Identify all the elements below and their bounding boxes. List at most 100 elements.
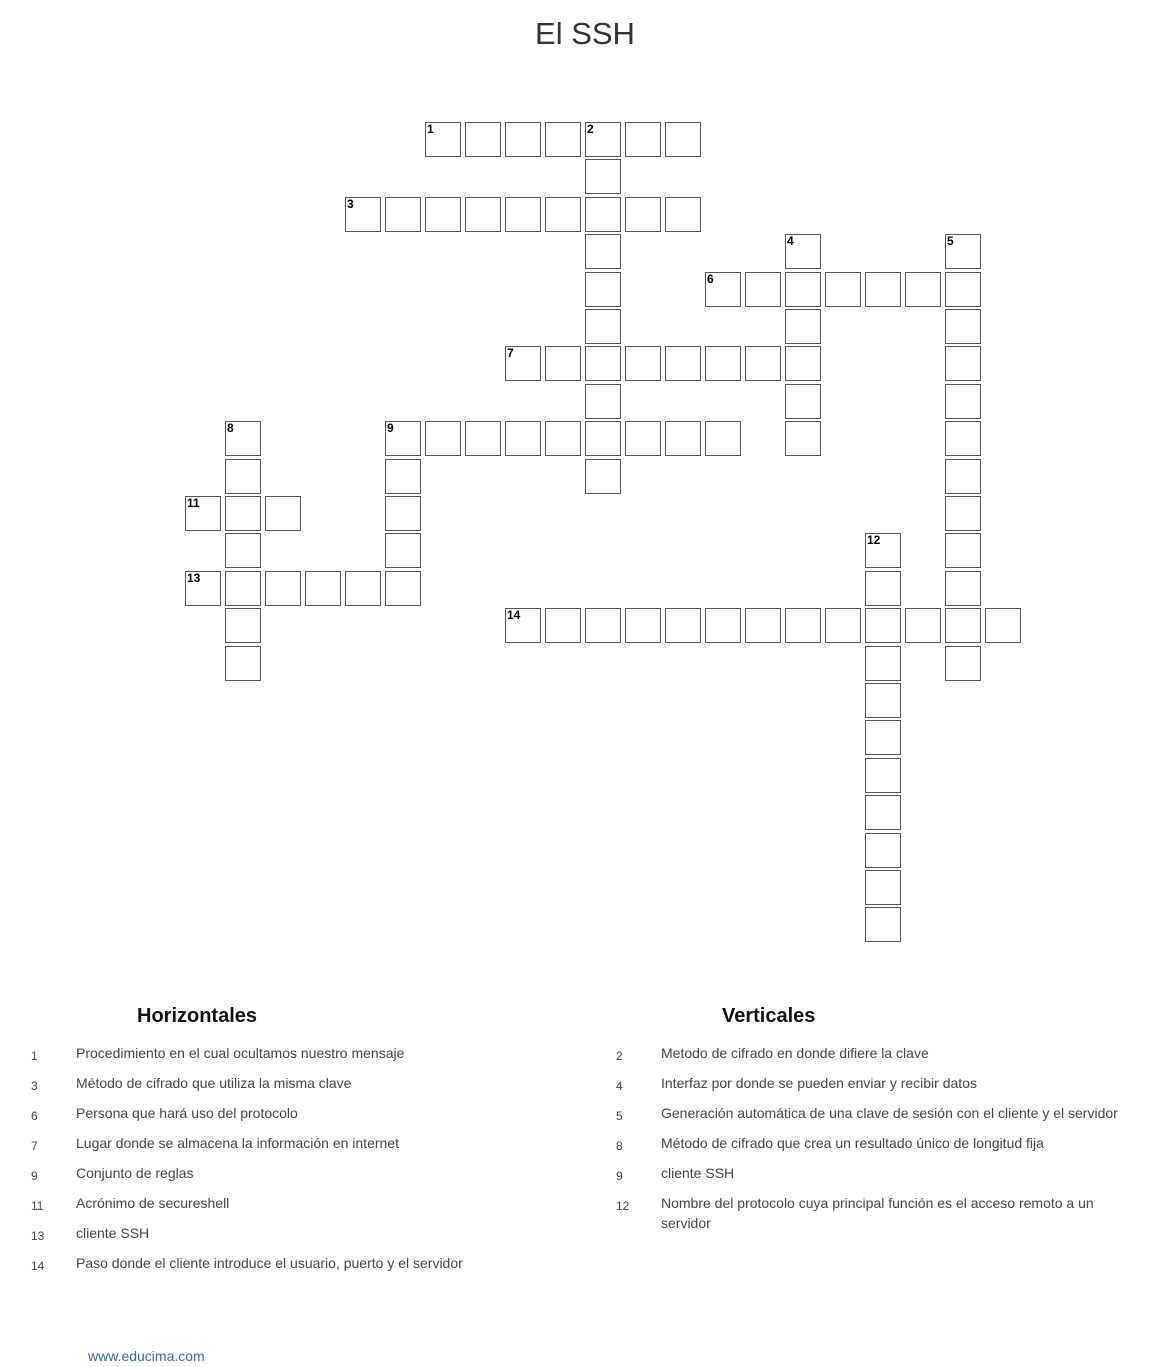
crossword-cell[interactable]: [385, 197, 421, 232]
crossword-cell[interactable]: [825, 608, 861, 643]
crossword-cell[interactable]: 11: [185, 496, 221, 531]
crossword-cell[interactable]: [865, 758, 901, 793]
crossword-cell[interactable]: [225, 646, 261, 681]
crossword-cell[interactable]: 5: [945, 234, 981, 269]
crossword-cell[interactable]: [585, 234, 621, 269]
crossword-cell[interactable]: [945, 459, 981, 494]
crossword-cell[interactable]: [865, 646, 901, 681]
crossword-cell[interactable]: 12: [865, 533, 901, 568]
crossword-cell[interactable]: [945, 272, 981, 307]
crossword-cell[interactable]: 2: [585, 122, 621, 157]
crossword-cell[interactable]: [985, 608, 1021, 643]
crossword-cell[interactable]: [225, 459, 261, 494]
crossword-cell[interactable]: 13: [185, 571, 221, 606]
crossword-cell[interactable]: [665, 421, 701, 456]
crossword-cell[interactable]: 8: [225, 421, 261, 456]
crossword-cell[interactable]: 1: [425, 122, 461, 157]
crossword-cell[interactable]: [465, 197, 501, 232]
crossword-cell[interactable]: [385, 571, 421, 606]
crossword-cell[interactable]: [625, 421, 661, 456]
crossword-cell[interactable]: [825, 272, 861, 307]
crossword-cell[interactable]: 9: [385, 421, 421, 456]
crossword-cell[interactable]: [865, 683, 901, 718]
crossword-cell[interactable]: [585, 608, 621, 643]
crossword-cell[interactable]: [505, 421, 541, 456]
crossword-cell[interactable]: 6: [705, 272, 741, 307]
crossword-cell[interactable]: 3: [345, 197, 381, 232]
crossword-cell[interactable]: [665, 608, 701, 643]
crossword-cell[interactable]: [225, 608, 261, 643]
crossword-cell[interactable]: [505, 122, 541, 157]
crossword-cell[interactable]: [585, 272, 621, 307]
crossword-cell[interactable]: [625, 197, 661, 232]
crossword-cell[interactable]: [865, 870, 901, 905]
crossword-cell[interactable]: [705, 608, 741, 643]
crossword-cell[interactable]: [705, 421, 741, 456]
crossword-cell[interactable]: [905, 272, 941, 307]
crossword-cell[interactable]: [865, 608, 901, 643]
crossword-cell[interactable]: [385, 533, 421, 568]
crossword-cell[interactable]: [745, 272, 781, 307]
educima-link[interactable]: www.educima.com: [88, 1348, 205, 1364]
crossword-cell[interactable]: [785, 346, 821, 381]
crossword-cell[interactable]: [905, 608, 941, 643]
crossword-cell[interactable]: [585, 197, 621, 232]
crossword-cell[interactable]: [425, 421, 461, 456]
crossword-cell[interactable]: [585, 309, 621, 344]
crossword-cell[interactable]: [785, 309, 821, 344]
crossword-cell[interactable]: [865, 720, 901, 755]
crossword-cell[interactable]: [545, 608, 581, 643]
crossword-cell[interactable]: [545, 346, 581, 381]
crossword-cell[interactable]: [745, 608, 781, 643]
crossword-cell[interactable]: [945, 421, 981, 456]
crossword-cell[interactable]: [865, 272, 901, 307]
crossword-cell[interactable]: [785, 384, 821, 419]
crossword-cell[interactable]: [305, 571, 341, 606]
crossword-cell[interactable]: [625, 122, 661, 157]
crossword-cell[interactable]: [625, 346, 661, 381]
crossword-cell[interactable]: [865, 571, 901, 606]
crossword-cell[interactable]: [745, 346, 781, 381]
crossword-cell[interactable]: [945, 384, 981, 419]
crossword-cell[interactable]: [225, 533, 261, 568]
crossword-cell[interactable]: [465, 421, 501, 456]
crossword-cell[interactable]: 14: [505, 608, 541, 643]
crossword-cell[interactable]: [545, 197, 581, 232]
crossword-cell[interactable]: [385, 459, 421, 494]
crossword-cell[interactable]: [345, 571, 381, 606]
crossword-cell[interactable]: [585, 459, 621, 494]
crossword-cell[interactable]: [665, 346, 701, 381]
crossword-cell[interactable]: [545, 421, 581, 456]
crossword-cell[interactable]: [425, 197, 461, 232]
crossword-cell[interactable]: [545, 122, 581, 157]
crossword-cell[interactable]: [945, 496, 981, 531]
crossword-cell[interactable]: 4: [785, 234, 821, 269]
crossword-cell[interactable]: [945, 571, 981, 606]
crossword-cell[interactable]: [585, 421, 621, 456]
crossword-cell[interactable]: [225, 571, 261, 606]
crossword-cell[interactable]: [465, 122, 501, 157]
crossword-cell[interactable]: 7: [505, 346, 541, 381]
crossword-cell[interactable]: [385, 496, 421, 531]
crossword-cell[interactable]: [865, 833, 901, 868]
crossword-cell[interactable]: [785, 608, 821, 643]
crossword-cell[interactable]: [705, 346, 741, 381]
crossword-cell[interactable]: [665, 197, 701, 232]
crossword-cell[interactable]: [265, 496, 301, 531]
crossword-cell[interactable]: [265, 571, 301, 606]
crossword-cell[interactable]: [945, 608, 981, 643]
crossword-cell[interactable]: [585, 159, 621, 194]
crossword-cell[interactable]: [225, 496, 261, 531]
crossword-cell[interactable]: [945, 533, 981, 568]
crossword-cell[interactable]: [945, 346, 981, 381]
crossword-cell[interactable]: [585, 346, 621, 381]
crossword-cell[interactable]: [865, 795, 901, 830]
crossword-cell[interactable]: [865, 907, 901, 942]
crossword-cell[interactable]: [785, 421, 821, 456]
crossword-cell[interactable]: [625, 608, 661, 643]
crossword-cell[interactable]: [945, 309, 981, 344]
crossword-cell[interactable]: [505, 197, 541, 232]
crossword-cell[interactable]: [945, 646, 981, 681]
crossword-cell[interactable]: [665, 122, 701, 157]
crossword-cell[interactable]: [585, 384, 621, 419]
